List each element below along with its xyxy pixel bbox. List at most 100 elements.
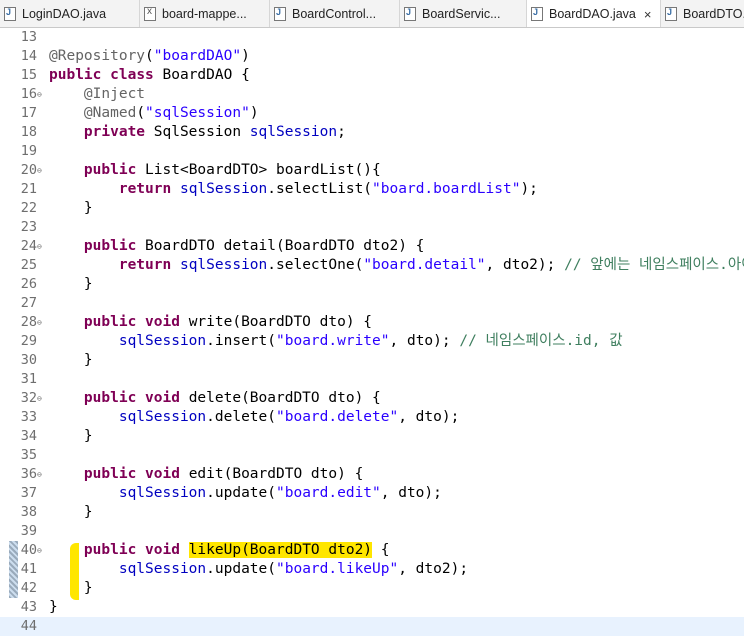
- code-token: sqlSession: [179, 181, 268, 197]
- fold-collapse-icon[interactable]: ⊖: [37, 389, 47, 408]
- java-file-icon: [404, 6, 416, 21]
- code-token: , dto);: [380, 485, 442, 501]
- line-number: 28: [20, 314, 37, 330]
- java-file-icon: [4, 6, 16, 21]
- code-token: sqlSession: [179, 257, 268, 273]
- code-line[interactable]: 32 ⊖ public void delete(BoardDTO dto) {: [0, 389, 744, 408]
- line-number: 37: [20, 485, 37, 501]
- code-token: void: [145, 542, 180, 558]
- code-text: public BoardDTO detail(BoardDTO dto2) {: [49, 237, 424, 256]
- tab-label: board-mappe...: [162, 6, 247, 21]
- code-line[interactable]: 22 }: [0, 199, 744, 218]
- code-token: public: [83, 314, 137, 330]
- code-token: "board.write": [276, 333, 390, 349]
- code-token: sqlSession: [118, 333, 207, 349]
- code-token: ): [249, 105, 259, 121]
- tab-logindao-java[interactable]: LoginDAO.java: [0, 0, 140, 27]
- code-text: }: [49, 275, 93, 294]
- code-line[interactable]: 26 }: [0, 275, 744, 294]
- code-line[interactable]: 28 ⊖ public void write(BoardDTO dto) {: [0, 313, 744, 332]
- code-text: public class BoardDAO {: [49, 66, 250, 85]
- code-line[interactable]: 42 }: [0, 579, 744, 598]
- code-token: "board.delete": [276, 409, 399, 425]
- code-line[interactable]: 19: [0, 142, 744, 161]
- code-line[interactable]: 25 return sqlSession.selectOne("board.de…: [0, 256, 744, 275]
- tab-board-mappe[interactable]: board-mappe...: [140, 0, 270, 27]
- code-line[interactable]: 39: [0, 522, 744, 541]
- fold-collapse-icon[interactable]: ⊖: [37, 541, 47, 560]
- code-line[interactable]: 17 @Named("sqlSession"): [0, 104, 744, 123]
- code-token: , dto);: [398, 409, 460, 425]
- code-line[interactable]: 34 }: [0, 427, 744, 446]
- fold-collapse-icon[interactable]: ⊖: [37, 161, 47, 180]
- code-text: public void delete(BoardDTO dto) {: [49, 389, 381, 408]
- line-number: 32: [20, 390, 37, 406]
- tab-label: BoardServic...: [422, 6, 501, 21]
- code-line[interactable]: 23: [0, 218, 744, 237]
- code-text: }: [49, 427, 93, 446]
- code-line[interactable]: 38 }: [0, 503, 744, 522]
- code-line[interactable]: 30 }: [0, 351, 744, 370]
- code-token: public: [49, 67, 102, 83]
- code-token: @Repository: [49, 48, 146, 64]
- code-line[interactable]: 15 public class BoardDAO {: [0, 66, 744, 85]
- code-line[interactable]: 27: [0, 294, 744, 313]
- code-text: public List<BoardDTO> boardList(){: [49, 161, 381, 180]
- code-line[interactable]: 16 ⊖ @Inject: [0, 85, 744, 104]
- tab-boarddto-j[interactable]: BoardDTO.j: [661, 0, 744, 27]
- tab-label: BoardControl...: [292, 6, 377, 21]
- code-line[interactable]: 43}: [0, 598, 744, 617]
- code-token: .insert(: [206, 333, 276, 349]
- fold-collapse-icon[interactable]: ⊖: [37, 237, 47, 256]
- code-token: write(BoardDTO dto) {: [179, 314, 373, 330]
- fold-collapse-icon[interactable]: ⊖: [37, 465, 47, 484]
- code-editor[interactable]: 13 14 @Repository("boardDAO") 15 public clas…: [0, 28, 744, 636]
- code-token: }: [49, 504, 93, 520]
- code-token: }: [49, 200, 93, 216]
- code-line[interactable]: 37 sqlSession.update("board.edit", dto);: [0, 484, 744, 503]
- code-line[interactable]: 20 ⊖ public List<BoardDTO> boardList(){: [0, 161, 744, 180]
- code-line[interactable]: 31: [0, 370, 744, 389]
- line-number: 23: [20, 219, 37, 235]
- line-number: 33: [20, 409, 37, 425]
- code-token: sqlSession: [118, 409, 207, 425]
- tab-boardservic[interactable]: BoardServic...: [400, 0, 527, 27]
- code-line[interactable]: 21 return sqlSession.selectList("board.b…: [0, 180, 744, 199]
- code-text: }: [49, 351, 93, 370]
- code-line[interactable]: 35: [0, 446, 744, 465]
- code-text: @Named("sqlSession"): [49, 104, 259, 123]
- code-line[interactable]: 44: [0, 617, 744, 636]
- code-token: class: [110, 67, 154, 83]
- code-line[interactable]: 18 private SqlSession sqlSession;: [0, 123, 744, 142]
- code-line[interactable]: 24 ⊖ public BoardDTO detail(BoardDTO dto2…: [0, 237, 744, 256]
- line-number: 27: [20, 295, 37, 311]
- code-token: sqlSession: [118, 561, 207, 577]
- fold-collapse-icon[interactable]: ⊖: [37, 313, 47, 332]
- editor-tab-bar: LoginDAO.java board-mappe... BoardControl.…: [0, 0, 744, 28]
- code-line[interactable]: 14 @Repository("boardDAO"): [0, 47, 744, 66]
- code-line[interactable]: 36 ⊖ public void edit(BoardDTO dto) {: [0, 465, 744, 484]
- close-icon[interactable]: ×: [644, 7, 652, 22]
- code-token: private: [83, 124, 146, 140]
- code-line[interactable]: 41 sqlSession.update("board.likeUp", dto…: [0, 560, 744, 579]
- code-token: }: [49, 599, 58, 615]
- code-line[interactable]: 29 sqlSession.insert("board.write", dto)…: [0, 332, 744, 351]
- code-line[interactable]: 33 sqlSession.delete("board.delete", dto…: [0, 408, 744, 427]
- line-number: 39: [20, 523, 37, 539]
- code-line[interactable]: 40 ⊖ public void likeUp(BoardDTO dto2) {: [0, 541, 744, 560]
- tab-boardcontrol[interactable]: BoardControl...: [270, 0, 400, 27]
- line-number: 29: [20, 333, 37, 349]
- code-token: // 네임스페이스.id, 값: [459, 333, 623, 349]
- code-line[interactable]: 13: [0, 28, 744, 47]
- tab-boarddao-java[interactable]: BoardDAO.java ×: [527, 0, 661, 27]
- code-token: public: [83, 542, 137, 558]
- line-number: 24: [20, 238, 37, 254]
- code-text: return sqlSession.selectList("board.boar…: [49, 180, 538, 199]
- fold-collapse-icon[interactable]: ⊖: [37, 85, 47, 104]
